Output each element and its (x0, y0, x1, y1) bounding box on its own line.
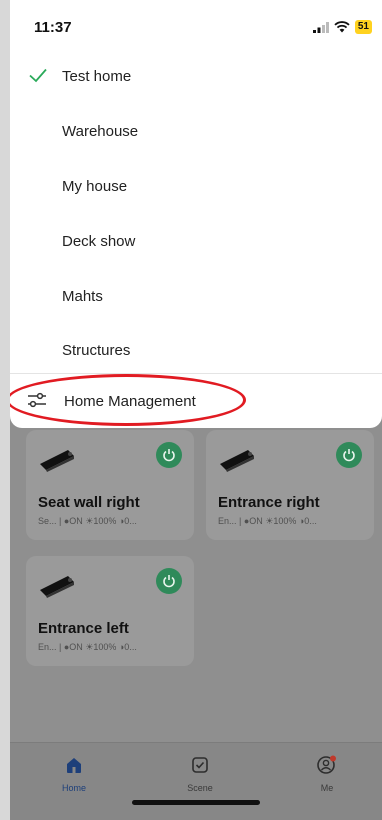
notification-badge (330, 755, 336, 762)
scene-icon (192, 757, 208, 773)
status-time: 11:37 (34, 19, 72, 36)
menu-item-warehouse[interactable]: Warehouse (10, 104, 382, 158)
tab-home[interactable]: Home (44, 755, 104, 793)
tab-scene-label: Scene (187, 783, 213, 793)
wifi-icon (334, 21, 350, 33)
device-name: Seat wall right (38, 494, 140, 511)
device-name: Entrance left (38, 620, 129, 637)
light-fixture-icon (40, 576, 74, 598)
device-status: Se... | ●ON ☀100% ◑0... (38, 516, 137, 526)
tab-me[interactable]: Me (297, 755, 357, 793)
power-icon (343, 449, 355, 462)
power-button[interactable] (156, 568, 182, 594)
menu-item-label: Test home (62, 67, 132, 85)
power-button[interactable] (336, 442, 362, 468)
device-card[interactable]: Entrance left En... | ●ON ☀100% ◑0... (26, 556, 194, 666)
status-bar: 11:37 51 (10, 0, 382, 56)
menu-item-label: Deck show (62, 232, 136, 250)
device-status: En... | ●ON ☀100% ◑0... (218, 516, 317, 526)
device-card[interactable]: Seat wall right Se... | ●ON ☀100% ◑0... (26, 430, 194, 540)
device-name: Entrance right (218, 494, 320, 511)
tab-home-label: Home (61, 783, 86, 793)
menu-item-label: Mahts (62, 287, 103, 305)
status-icons: 51 (312, 20, 372, 34)
menu-item-label: My house (62, 177, 128, 195)
home-icon (67, 758, 81, 773)
menu-item-deck-show[interactable]: Deck show (10, 214, 382, 268)
device-card[interactable]: Entrance right En... | ●ON ☀100% ◑0... (206, 430, 374, 540)
annotation-highlight-ellipse (10, 374, 246, 426)
power-button[interactable] (156, 442, 182, 468)
menu-item-structures[interactable]: Structures (10, 323, 382, 377)
signal-icon (312, 21, 329, 33)
power-icon (163, 575, 175, 588)
home-indicator (132, 800, 260, 805)
profile-icon (317, 755, 336, 774)
menu-item-my-house[interactable]: My house (10, 159, 382, 213)
battery-indicator: 51 (354, 20, 372, 34)
device-status: En... | ●ON ☀100% ◑0... (38, 642, 137, 652)
menu-item-label: Warehouse (62, 122, 139, 140)
power-icon (163, 449, 175, 462)
light-fixture-icon (40, 450, 74, 472)
tab-me-label: Me (320, 783, 334, 793)
light-fixture-icon (220, 450, 254, 472)
home-selector-menu: Test home Warehouse My house Deck show M… (10, 0, 382, 428)
menu-item-test-home[interactable]: Test home (10, 49, 382, 103)
menu-item-label: Structures (62, 341, 131, 359)
phone-screen: 11:37 51 Seat wall right Se... | ●ON ☀10… (10, 0, 382, 820)
checkmark-icon (29, 68, 47, 83)
tab-scene[interactable]: Scene (170, 755, 230, 793)
tab-bar: Home Scene Me (10, 742, 382, 820)
menu-item-mahts[interactable]: Mahts (10, 269, 382, 323)
